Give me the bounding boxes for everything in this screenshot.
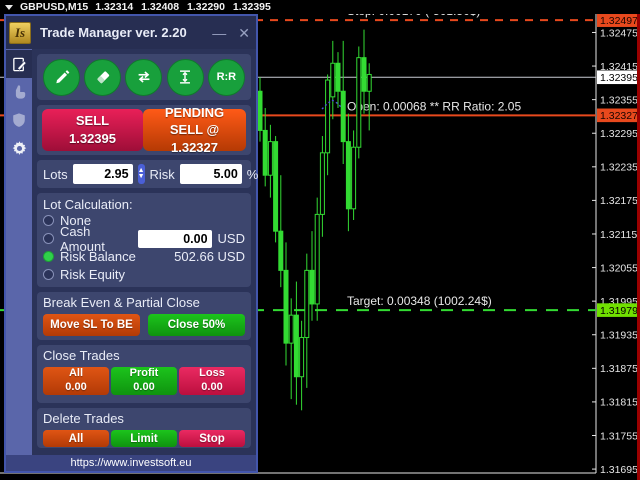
close-all-button[interactable]: All 0.00 — [43, 367, 109, 395]
sidebar-tab-manual[interactable] — [6, 78, 32, 106]
tools-section: R:R — [37, 54, 251, 100]
panel-titlebar[interactable]: Is Trade Manager ver. 2.20 — ✕ — [6, 16, 256, 49]
delete-stop-button[interactable]: Stop — [179, 430, 245, 447]
svg-text:1.31935: 1.31935 — [600, 330, 638, 342]
move-sl-to-be-button[interactable]: Move SL To BE — [43, 314, 140, 336]
lots-input[interactable] — [73, 164, 133, 184]
sidebar-tab-protection[interactable] — [6, 106, 32, 134]
break-even-section: Break Even & Partial Close Move SL To BE… — [37, 292, 251, 340]
erase-button[interactable] — [84, 59, 121, 96]
shield-icon — [11, 112, 27, 128]
sidebar-tab-settings[interactable] — [6, 134, 32, 162]
svg-text:1.32175: 1.32175 — [600, 195, 638, 207]
radio-cash-amount[interactable] — [43, 233, 54, 244]
candles — [258, 30, 371, 411]
close-trades-section: Close Trades All 0.00 Profit 0.00 Loss 0 — [37, 345, 251, 403]
symbol-dropdown-icon[interactable] — [5, 5, 13, 10]
percent-label: % — [247, 167, 259, 182]
target-line-label: Target: 0.00348 (1002.24$) — [347, 294, 492, 308]
mt4-chart-window: 1.324751.324151.323551.322951.322351.321… — [0, 0, 640, 480]
delete-trades-section: Delete Trades All Limit Stop — [37, 408, 251, 448]
radio-risk-balance[interactable] — [43, 251, 54, 262]
svg-text:1.32055: 1.32055 — [600, 262, 638, 274]
close-profit-button[interactable]: Profit 0.00 — [111, 367, 177, 395]
svg-text:1.32235: 1.32235 — [600, 162, 638, 174]
svg-text:1.31815: 1.31815 — [600, 397, 638, 409]
svg-text:1.32355: 1.32355 — [600, 94, 638, 106]
svg-text:1.32395: 1.32395 — [600, 72, 638, 84]
lots-risk-section: Lots ▲▼ Risk % — [37, 160, 251, 188]
investsoft-logo: Is — [9, 22, 31, 44]
risk-reward-button[interactable]: R:R — [208, 59, 245, 96]
trade-manager-panel: Is Trade Manager ver. 2.20 — ✕ — [4, 14, 258, 473]
svg-text:1.32115: 1.32115 — [600, 229, 637, 241]
edit-document-icon — [11, 56, 28, 73]
open-line-label: Open: 0.00068 ** RR Ratio: 2.05 — [347, 99, 521, 113]
sidebar-tab-trading[interactable] — [6, 50, 32, 78]
symbol-label: GBPUSD,M15 — [20, 1, 88, 13]
panel-sidebar — [6, 49, 32, 455]
close-button[interactable]: ✕ — [238, 26, 250, 40]
pip-range-button[interactable] — [167, 59, 204, 96]
cash-amount-currency: USD — [218, 231, 245, 246]
svg-text:1.31695: 1.31695 — [600, 464, 638, 476]
cash-amount-input[interactable] — [138, 230, 212, 248]
lots-stepper[interactable]: ▲▼ — [138, 164, 145, 184]
draw-entry-button[interactable] — [43, 59, 80, 96]
delete-all-button[interactable]: All — [43, 430, 109, 447]
risk-label: Risk — [150, 167, 175, 182]
swap-arrows-icon — [135, 68, 153, 86]
lots-label: Lots — [43, 167, 68, 182]
quote-bar: GBPUSD,M15 1.32314 1.32408 1.32290 1.323… — [0, 0, 640, 14]
investsoft-link[interactable]: https://www.investsoft.eu — [70, 457, 191, 469]
minimize-button[interactable]: — — [212, 26, 226, 40]
eraser-icon — [94, 68, 112, 86]
svg-text:1.32295: 1.32295 — [600, 128, 638, 140]
lot-calc-option-risk-equity[interactable]: Risk Equity — [43, 265, 245, 283]
delete-trades-header: Delete Trades — [43, 411, 245, 426]
pencil-icon — [53, 68, 71, 86]
lot-calc-option-risk-balance[interactable]: Risk Balance 502.66 USD — [43, 248, 245, 266]
price-axis: 1.324751.324151.323551.322951.322351.321… — [592, 27, 638, 476]
close-trades-header: Close Trades — [43, 348, 245, 363]
delete-limit-button[interactable]: Limit — [111, 430, 177, 447]
break-even-header: Break Even & Partial Close — [43, 295, 245, 310]
svg-text:1.31875: 1.31875 — [600, 363, 638, 375]
close-loss-button[interactable]: Loss 0.00 — [179, 367, 245, 395]
svg-text:1.32475: 1.32475 — [600, 27, 638, 39]
svg-text:1.31755: 1.31755 — [600, 430, 638, 442]
svg-text:1.32497: 1.32497 — [600, 15, 638, 27]
svg-text:1.31979: 1.31979 — [600, 305, 638, 317]
gear-icon — [11, 140, 28, 157]
sell-button[interactable]: SELL 1.32395 — [42, 109, 143, 151]
lot-calculation-section: Lot Calculation: None Cash Amount USD Ri… — [37, 193, 251, 287]
risk-balance-value: 502.66 USD — [174, 249, 245, 264]
svg-text:1.32327: 1.32327 — [600, 110, 638, 122]
risk-input[interactable] — [180, 164, 242, 184]
hand-icon — [11, 84, 27, 100]
stepper-down-icon[interactable]: ▼ — [138, 174, 145, 180]
radio-risk-equity[interactable] — [43, 269, 54, 280]
panel-content: R:R SELL 1.32395 PENDING SELL @ 1.32327 … — [32, 49, 256, 455]
close-50-button[interactable]: Close 50% — [148, 314, 245, 336]
lot-calculation-header: Lot Calculation: — [43, 197, 245, 212]
order-buttons-section: SELL 1.32395 PENDING SELL @ 1.32327 — [37, 105, 251, 155]
vertical-measure-icon — [176, 68, 194, 86]
reverse-order-button[interactable] — [125, 59, 162, 96]
lot-calc-option-cash-amount[interactable]: Cash Amount USD — [43, 230, 245, 248]
pending-sell-button[interactable]: PENDING SELL @ 1.32327 — [143, 109, 246, 151]
panel-footer: https://www.investsoft.eu — [6, 455, 256, 471]
ohlc-quotes: 1.32314 1.32408 1.32290 1.32395 — [95, 1, 271, 13]
panel-title: Trade Manager ver. 2.20 — [40, 25, 187, 40]
radio-none[interactable] — [43, 215, 54, 226]
